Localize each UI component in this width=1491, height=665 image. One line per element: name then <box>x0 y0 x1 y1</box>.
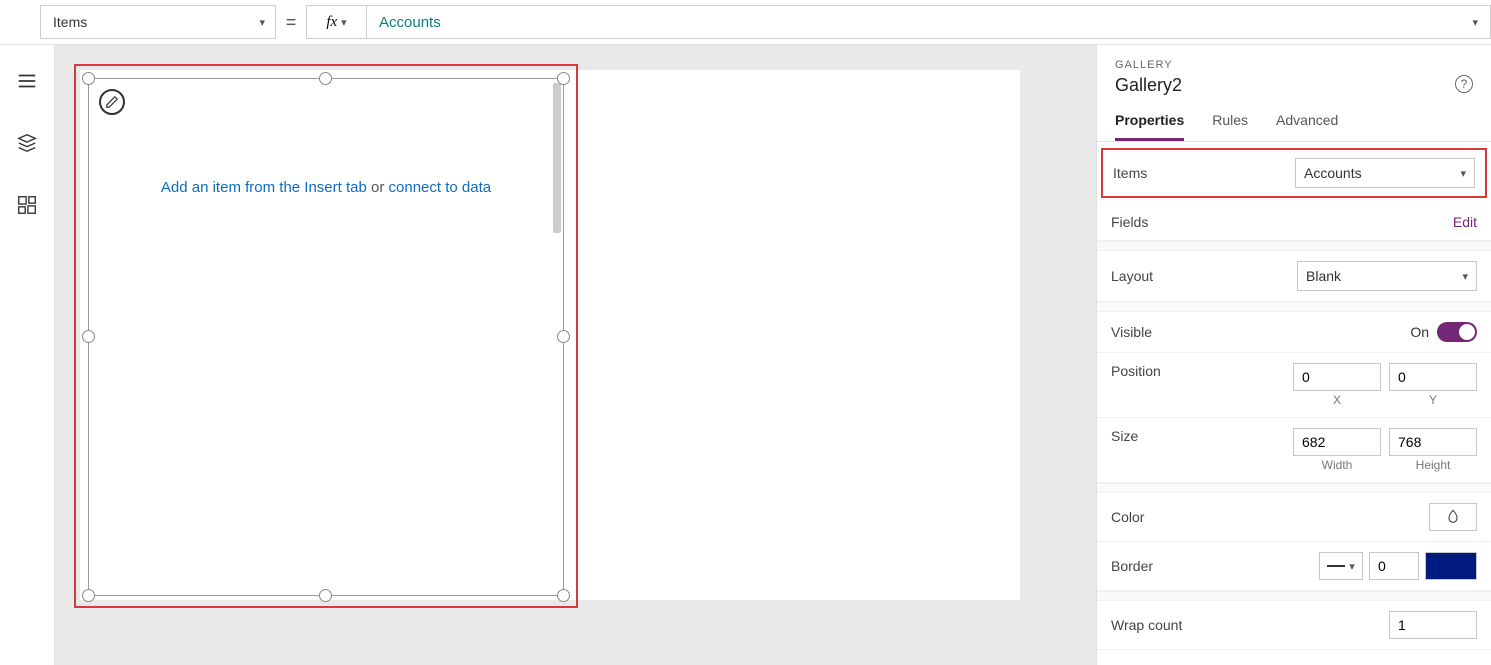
chevron-down-icon: ▾ <box>1472 16 1478 29</box>
chevron-down-icon: ▾ <box>1462 270 1468 283</box>
formula-bar: Items ▾ = fx ▾ Accounts ▾ <box>0 0 1491 45</box>
items-value: Accounts <box>1304 165 1362 181</box>
color-picker[interactable] <box>1429 503 1477 531</box>
fx-button[interactable]: fx ▾ <box>306 5 366 39</box>
border-property-row: Border ▾ <box>1097 542 1491 591</box>
items-label: Items <box>1113 165 1147 181</box>
property-dropdown-label: Items <box>53 14 87 30</box>
properties-panel: GALLERY Gallery2 ? Properties Rules Adva… <box>1096 45 1491 665</box>
resize-handle[interactable] <box>82 330 95 343</box>
app-screen[interactable]: Add an item from the Insert tab or conne… <box>80 70 1020 600</box>
items-property-row: Items Accounts ▾ <box>1101 148 1487 198</box>
resize-handle[interactable] <box>82 589 95 602</box>
control-name[interactable]: Gallery2 <box>1115 75 1473 96</box>
resize-handle[interactable] <box>319 72 332 85</box>
resize-handle[interactable] <box>557 72 570 85</box>
border-label: Border <box>1111 558 1153 574</box>
wrap-count-label: Wrap count <box>1111 617 1182 633</box>
tab-rules[interactable]: Rules <box>1212 112 1248 141</box>
visible-label: Visible <box>1111 324 1152 340</box>
tab-properties[interactable]: Properties <box>1115 112 1184 141</box>
layout-dropdown[interactable]: Blank ▾ <box>1297 261 1477 291</box>
toggle-track[interactable] <box>1437 322 1477 342</box>
resize-handle[interactable] <box>557 589 570 602</box>
panel-header: GALLERY Gallery2 ? <box>1097 45 1491 96</box>
fx-icon: fx <box>326 14 337 31</box>
x-sublabel: X <box>1293 393 1381 407</box>
tab-advanced[interactable]: Advanced <box>1276 112 1338 141</box>
position-label: Position <box>1111 363 1161 379</box>
size-width-input[interactable] <box>1293 428 1381 456</box>
color-label: Color <box>1111 509 1144 525</box>
size-height-input[interactable] <box>1389 428 1477 456</box>
chevron-down-icon: ▾ <box>1460 167 1466 180</box>
height-sublabel: Height <box>1389 458 1477 472</box>
gallery-control[interactable]: Add an item from the Insert tab or conne… <box>88 78 564 596</box>
size-property-row: Size Width Height <box>1097 418 1491 483</box>
gallery-selection[interactable]: Add an item from the Insert tab or conne… <box>74 64 578 608</box>
fields-property-row: Fields Edit <box>1097 204 1491 241</box>
border-color-picker[interactable] <box>1425 552 1477 580</box>
layout-property-row: Layout Blank ▾ <box>1097 251 1491 302</box>
border-style-dropdown[interactable]: ▾ <box>1319 552 1363 580</box>
color-property-row: Color <box>1097 493 1491 542</box>
equals-sign: = <box>276 12 306 33</box>
wrap-count-row: Wrap count <box>1097 601 1491 650</box>
main-area: Add an item from the Insert tab or conne… <box>0 45 1491 665</box>
insert-hint-link[interactable]: Add an item from the Insert tab <box>161 179 367 196</box>
wrap-count-input[interactable] <box>1389 611 1477 639</box>
width-sublabel: Width <box>1293 458 1381 472</box>
help-icon[interactable]: ? <box>1455 75 1473 93</box>
canvas-area[interactable]: Add an item from the Insert tab or conne… <box>55 45 1096 665</box>
position-y-input[interactable] <box>1389 363 1477 391</box>
resize-handle[interactable] <box>557 330 570 343</box>
data-icon[interactable] <box>16 132 38 159</box>
visible-property-row: Visible On <box>1097 312 1491 353</box>
visible-toggle[interactable]: On <box>1410 322 1477 342</box>
formula-input[interactable]: Accounts ▾ <box>366 5 1491 39</box>
tree-view-icon[interactable] <box>16 70 38 97</box>
resize-handle[interactable] <box>82 72 95 85</box>
fields-edit-link[interactable]: Edit <box>1453 214 1477 230</box>
control-type-label: GALLERY <box>1115 59 1473 71</box>
position-property-row: Position X Y <box>1097 353 1491 418</box>
panel-tabs: Properties Rules Advanced <box>1097 96 1491 142</box>
chevron-down-icon: ▾ <box>1349 560 1355 573</box>
chevron-down-icon: ▾ <box>341 16 347 29</box>
chevron-down-icon: ▾ <box>259 16 265 29</box>
visible-state: On <box>1410 324 1429 340</box>
fields-label: Fields <box>1111 214 1148 230</box>
connect-data-link[interactable]: connect to data <box>389 179 492 196</box>
hint-or: or <box>367 179 389 196</box>
layout-value: Blank <box>1306 268 1341 284</box>
layout-label: Layout <box>1111 268 1153 284</box>
position-x-input[interactable] <box>1293 363 1381 391</box>
scrollbar[interactable] <box>553 83 561 233</box>
border-width-input[interactable] <box>1369 552 1419 580</box>
items-dropdown[interactable]: Accounts ▾ <box>1295 158 1475 188</box>
gallery-hint: Add an item from the Insert tab or conne… <box>89 179 563 196</box>
size-label: Size <box>1111 428 1138 444</box>
y-sublabel: Y <box>1389 393 1477 407</box>
property-dropdown[interactable]: Items ▾ <box>40 5 276 39</box>
components-icon[interactable] <box>16 194 38 221</box>
left-rail <box>0 45 55 665</box>
formula-value: Accounts <box>379 14 441 31</box>
edit-icon[interactable] <box>99 89 125 115</box>
resize-handle[interactable] <box>319 589 332 602</box>
